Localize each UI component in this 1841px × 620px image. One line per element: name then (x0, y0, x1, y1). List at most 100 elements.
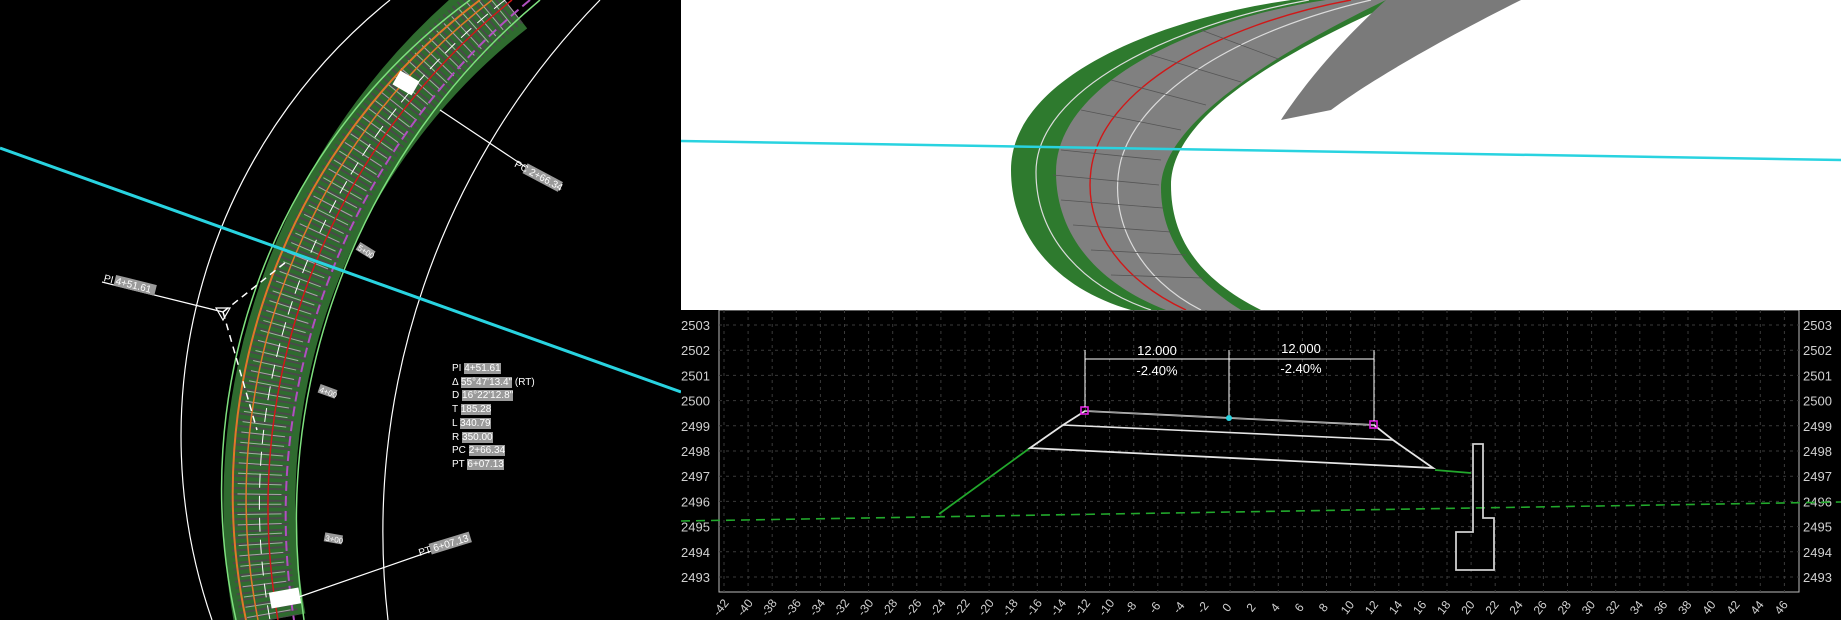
y-tick-label: 2503 (1803, 318, 1832, 333)
x-tick-label: -14 (1047, 596, 1069, 619)
x-tick-label: -8 (1122, 599, 1140, 616)
station-tick-label: 5+00 (356, 243, 377, 260)
x-tick-label: 46 (1772, 598, 1791, 617)
right-width-label: 12.000 (1281, 341, 1321, 356)
x-tick-label: -2 (1194, 599, 1212, 616)
x-tick-label: 2 (1243, 600, 1258, 614)
x-tick-label: -32 (830, 596, 852, 619)
y-tick-label: 2503 (681, 318, 710, 333)
y-axis-right: 2503250225012500249924982497249624952494… (1803, 318, 1832, 585)
x-tick-label: -36 (782, 596, 804, 619)
y-tick-label: 2497 (681, 469, 710, 484)
y-tick-label: 2498 (1803, 444, 1832, 459)
x-tick-label: 10 (1338, 598, 1357, 617)
x-tick-label: 42 (1723, 598, 1742, 617)
curve-row-pc: PC 2+66.34 (452, 445, 506, 457)
x-tick-label: -10 (1096, 596, 1118, 619)
x-tick-label: 8 (1316, 600, 1331, 614)
x-tick-label: 30 (1579, 598, 1598, 617)
curve-row-t: T 185.28 (452, 404, 492, 416)
curve-data-table[interactable]: PI 4+51.61 Δ 55°47'13.4" (RT) D 16°22'12… (452, 362, 535, 472)
x-tick-label: 18 (1434, 598, 1453, 617)
x-tick-label: 32 (1603, 598, 1622, 617)
y-tick-label: 2499 (681, 419, 710, 434)
fill-slope-left (938, 447, 1031, 515)
3d-model-canvas[interactable] (681, 0, 1841, 310)
curve-row-pt: PT 6+07.13 (452, 458, 504, 470)
y-tick-label: 2502 (681, 343, 710, 358)
x-tick-label: 22 (1482, 598, 1501, 617)
y-tick-label: 2493 (681, 570, 710, 585)
pavement-layer-line (1062, 424, 1394, 441)
fill-slope-right (1434, 469, 1472, 474)
station-tick-label: 3+00 (325, 534, 345, 546)
curve-row-l: L 340.79 (452, 417, 491, 429)
x-tick-label: -22 (951, 596, 973, 619)
y-tick-label: 2498 (681, 444, 710, 459)
3d-model-pane[interactable] (681, 0, 1841, 310)
cross-section-canvas[interactable]: 2503 2502 2501 2500 2499 2498 2497 2496 2495 2494… (681, 310, 1841, 620)
x-tick-label: 0 (1219, 600, 1234, 614)
station-tick-label: 4+00 (318, 385, 339, 400)
y-tick-label: 2494 (681, 545, 710, 560)
x-tick-label: 36 (1651, 598, 1670, 617)
x-tick-label: -26 (903, 596, 925, 619)
x-tick-label: 26 (1531, 598, 1550, 617)
x-tick-label: 4 (1268, 600, 1283, 614)
x-axis: -42 -40 -38 -36 -34 -32 -30 -28 -26 -24 -22 -20 -18-… (710, 596, 1791, 619)
y-axis-left: 2503 2502 2501 2500 2499 2498 2497 2496 2495 2494… (681, 318, 710, 585)
section-cut-line-3d[interactable] (681, 139, 1841, 162)
x-tick-label: -20 (975, 596, 997, 619)
xsec-grid (719, 310, 1799, 592)
right-slope-label: -2.40% (1280, 361, 1322, 376)
pi-label[interactable]: PI 4+51.61 (103, 273, 153, 296)
x-tick-label: -40 (734, 596, 756, 619)
x-tick-label: 38 (1675, 598, 1694, 617)
y-tick-label: 2495 (681, 520, 710, 535)
y-tick-label: 2501 (681, 368, 710, 383)
x-tick-label: -4 (1170, 599, 1188, 616)
x-tick-label: 20 (1458, 598, 1477, 617)
y-tick-label: 2501 (1803, 368, 1832, 383)
y-tick-label: 2499 (1803, 419, 1832, 434)
x-tick-label: -38 (758, 596, 780, 619)
cross-section-pane[interactable]: 2503 2502 2501 2500 2499 2498 2497 2496 2495 2494… (681, 310, 1841, 620)
finished-grade-left (1084, 410, 1230, 419)
x-tick-label: 34 (1627, 598, 1646, 617)
y-tick-label: 2502 (1803, 343, 1832, 358)
plan-view-canvas[interactable]: PI 4+51.61 PC 2+66.34 PT 6+07.13 5+00 4+… (0, 0, 681, 620)
y-tick-label: 2493 (1803, 570, 1832, 585)
x-tick-label: 12 (1362, 598, 1381, 617)
x-tick-label: -30 (855, 596, 877, 619)
x-tick-label: -28 (879, 596, 901, 619)
road-surface (1056, 0, 1386, 310)
x-tick-label: -42 (710, 596, 732, 619)
curve-row-r: R 350.00 (452, 431, 493, 443)
centerline-point-icon[interactable] (1226, 415, 1232, 421)
x-tick-label: 16 (1410, 598, 1429, 617)
curve-row-pi: PI 4+51.61 (452, 363, 501, 374)
x-tick-label: -18 (999, 596, 1021, 619)
x-tick-label: 28 (1555, 598, 1574, 617)
x-tick-label: 40 (1699, 598, 1718, 617)
finished-grade-right (1228, 417, 1375, 426)
x-tick-label: 44 (1748, 598, 1767, 617)
x-tick-label: -24 (927, 596, 949, 619)
x-tick-label: -34 (806, 596, 828, 619)
left-width-label: 12.000 (1137, 343, 1177, 358)
y-tick-label: 2494 (1803, 545, 1832, 560)
x-tick-label: 6 (1292, 600, 1307, 614)
x-tick-label: 14 (1386, 598, 1405, 617)
y-tick-label: 2497 (1803, 469, 1832, 484)
pt-label[interactable]: PT 6+07.13 (417, 533, 470, 559)
y-tick-label: 2500 (681, 394, 710, 409)
y-tick-label: 2495 (1803, 520, 1832, 535)
retaining-wall-structure[interactable] (1455, 443, 1495, 571)
pc-label[interactable]: PC 2+66.34 (512, 159, 564, 194)
pt-leader (289, 547, 441, 601)
x-tick-label: -12 (1071, 596, 1093, 619)
curve-row-delta: Δ 55°47'13.4" (RT) (452, 376, 535, 388)
plan-view-pane[interactable]: PI 4+51.61 PC 2+66.34 PT 6+07.13 5+00 4+… (0, 0, 681, 620)
y-tick-label: 2496 (681, 494, 710, 509)
x-tick-label: 24 (1507, 598, 1526, 617)
